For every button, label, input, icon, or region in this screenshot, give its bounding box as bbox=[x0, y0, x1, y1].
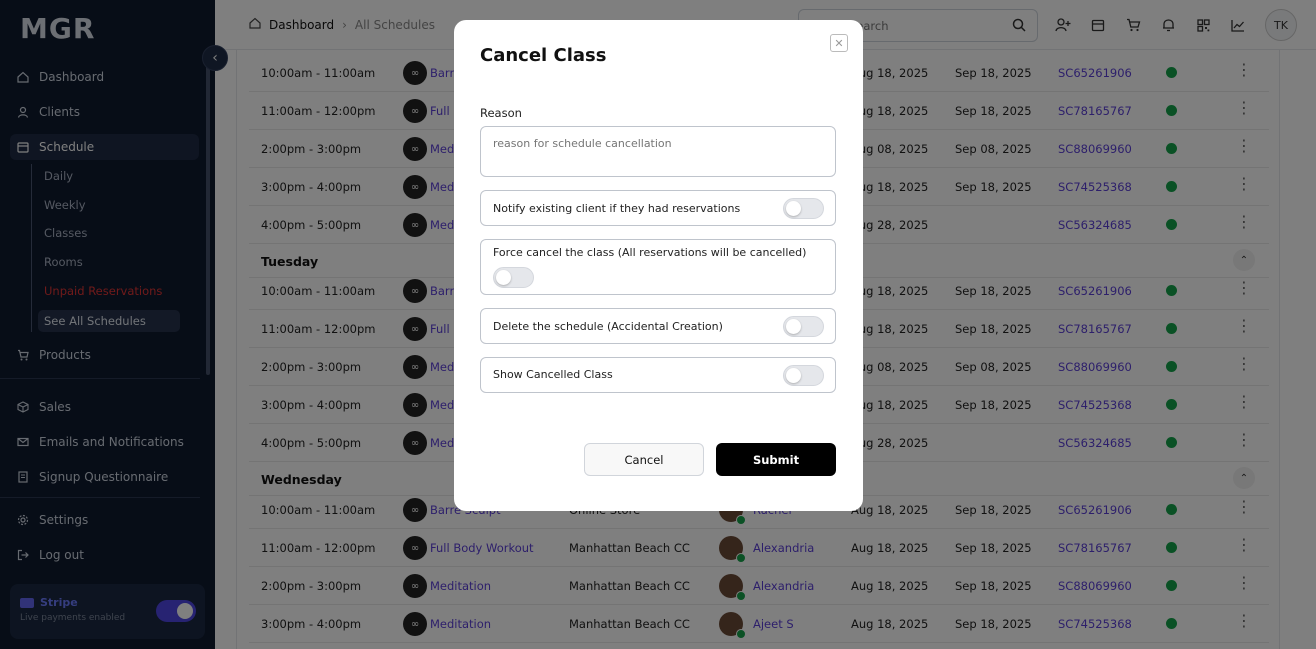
show-cancelled-toggle[interactable] bbox=[783, 365, 824, 386]
app-root: MGR ‹ Dashboard Clients Schedule Daily W… bbox=[0, 0, 1316, 649]
notify-clients-toggle[interactable] bbox=[783, 198, 824, 219]
force-cancel-option: Force cancel the class (All reservations… bbox=[480, 239, 836, 295]
reason-textarea[interactable] bbox=[480, 126, 836, 177]
option-label: Notify existing client if they had reser… bbox=[493, 202, 741, 215]
option-label: Show Cancelled Class bbox=[493, 368, 613, 381]
close-icon[interactable]: ✕ bbox=[830, 34, 848, 52]
notify-clients-option: Notify existing client if they had reser… bbox=[480, 190, 836, 226]
option-label: Delete the schedule (Accidental Creation… bbox=[493, 320, 723, 333]
delete-schedule-toggle[interactable] bbox=[783, 316, 824, 337]
cancel-button[interactable]: Cancel bbox=[584, 443, 704, 476]
submit-button[interactable]: Submit bbox=[716, 443, 836, 476]
modal-title: Cancel Class bbox=[480, 45, 607, 66]
delete-schedule-option: Delete the schedule (Accidental Creation… bbox=[480, 308, 836, 344]
option-label: Force cancel the class (All reservations… bbox=[493, 246, 807, 259]
cancel-class-modal: Cancel Class ✕ Reason Notify existing cl… bbox=[454, 20, 863, 511]
reason-label: Reason bbox=[480, 106, 522, 120]
show-cancelled-option: Show Cancelled Class bbox=[480, 357, 836, 393]
force-cancel-toggle[interactable] bbox=[493, 267, 534, 288]
